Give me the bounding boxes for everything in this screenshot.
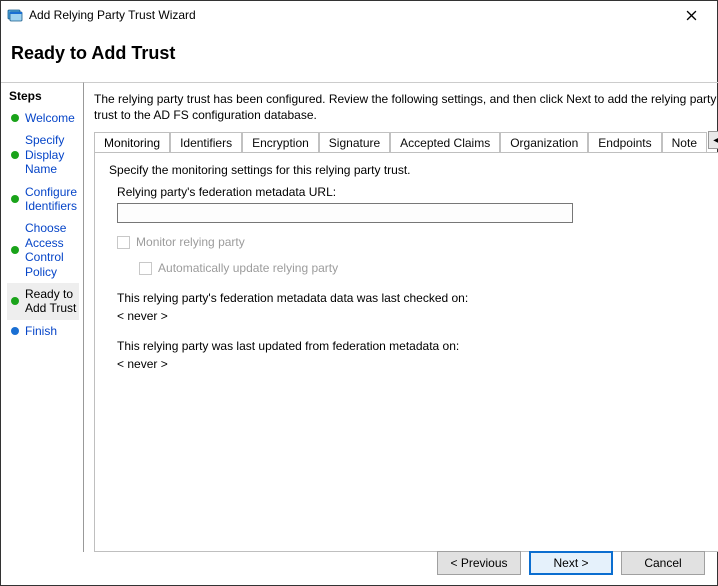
step-choose-access-control-policy[interactable]: Choose Access Control Policy	[7, 217, 79, 283]
last-updated-label: This relying party was last updated from…	[117, 339, 718, 353]
step-label: Specify Display Name	[25, 133, 77, 176]
step-bullet-icon	[11, 246, 19, 254]
step-bullet-icon	[11, 327, 19, 335]
step-label: Configure Identifiers	[25, 185, 77, 214]
metadata-url-label: Relying party's federation metadata URL:	[117, 185, 718, 199]
tab-scroll-left[interactable]: ◄	[708, 131, 718, 149]
tab-monitoring[interactable]: Monitoring	[94, 132, 170, 152]
step-label: Choose Access Control Policy	[25, 221, 77, 279]
step-finish[interactable]: Finish	[7, 320, 79, 342]
tab-accepted-claims[interactable]: Accepted Claims	[390, 132, 500, 152]
tab-encryption[interactable]: Encryption	[242, 132, 319, 152]
tab-notes[interactable]: Note	[662, 132, 707, 152]
tabs: Monitoring Identifiers Encryption Signat…	[94, 131, 718, 152]
auto-update-checkbox: Automatically update relying party	[139, 261, 718, 275]
step-bullet-icon	[11, 114, 19, 122]
tab-identifiers[interactable]: Identifiers	[170, 132, 242, 152]
last-updated-value: < never >	[117, 357, 718, 371]
titlebar: Add Relying Party Trust Wizard	[1, 1, 717, 29]
tab-organization[interactable]: Organization	[500, 132, 588, 152]
header: Ready to Add Trust	[1, 29, 717, 82]
steps-heading: Steps	[7, 89, 79, 103]
step-specify-display-name[interactable]: Specify Display Name	[7, 129, 79, 180]
checkbox-icon	[139, 262, 152, 275]
step-bullet-icon	[11, 151, 19, 159]
previous-button[interactable]: < Previous	[437, 551, 521, 575]
monitor-relying-party-checkbox: Monitor relying party	[117, 235, 718, 249]
tab-signature[interactable]: Signature	[319, 132, 390, 152]
monitor-label: Monitor relying party	[136, 235, 245, 249]
steps-sidebar: Steps Welcome Specify Display Name Confi…	[1, 82, 83, 552]
metadata-url-input[interactable]	[117, 203, 573, 223]
next-button[interactable]: Next >	[529, 551, 613, 575]
step-configure-identifiers[interactable]: Configure Identifiers	[7, 181, 79, 218]
main-panel: The relying party trust has been configu…	[83, 82, 718, 552]
auto-update-label: Automatically update relying party	[158, 261, 338, 275]
checkbox-icon	[117, 236, 130, 249]
tab-body-monitoring: Specify the monitoring settings for this…	[94, 152, 718, 552]
step-label: Welcome	[25, 111, 75, 125]
step-bullet-icon	[11, 297, 19, 305]
tab-endpoints[interactable]: Endpoints	[588, 132, 661, 152]
window-title: Add Relying Party Trust Wizard	[29, 8, 671, 22]
step-label: Finish	[25, 324, 57, 338]
step-ready-to-add-trust[interactable]: Ready to Add Trust	[7, 283, 79, 320]
cancel-button[interactable]: Cancel	[621, 551, 705, 575]
tab-scroll: ◄ ►	[708, 131, 718, 149]
close-button[interactable]	[671, 3, 711, 27]
button-row: < Previous Next > Cancel	[437, 551, 705, 575]
last-checked-label: This relying party's federation metadata…	[117, 291, 718, 305]
step-bullet-icon	[11, 195, 19, 203]
step-label: Ready to Add Trust	[25, 287, 77, 316]
step-welcome[interactable]: Welcome	[7, 107, 79, 129]
monitoring-subhead: Specify the monitoring settings for this…	[109, 163, 718, 177]
intro-text: The relying party trust has been configu…	[94, 91, 718, 123]
wizard-icon	[7, 7, 23, 23]
page-title: Ready to Add Trust	[11, 43, 707, 64]
last-checked-value: < never >	[117, 309, 718, 323]
tabs-wrap: Monitoring Identifiers Encryption Signat…	[94, 131, 718, 552]
